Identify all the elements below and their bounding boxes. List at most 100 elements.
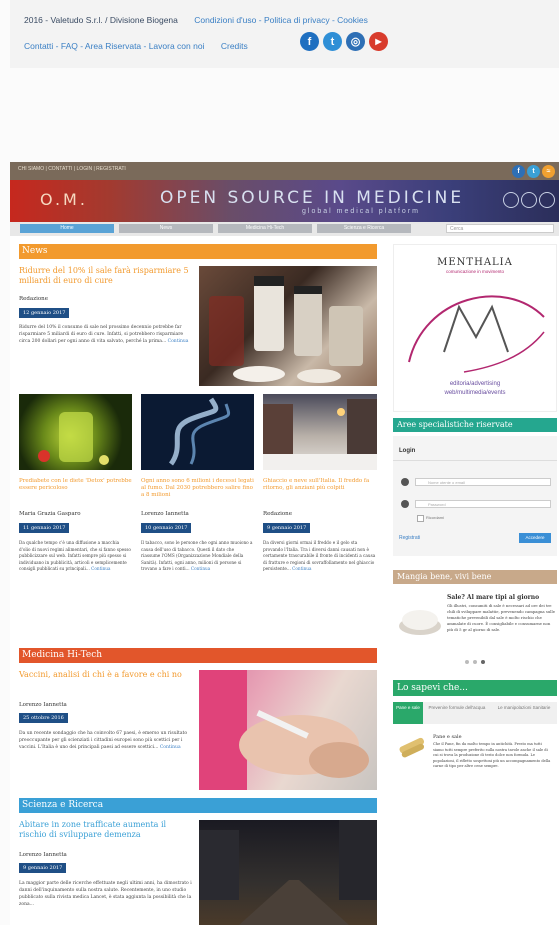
remember-checkbox[interactable] [417,515,424,522]
password-field[interactable]: Password [415,500,551,508]
food-item-title[interactable]: Sale? Al mare tipi al giorno [447,594,555,601]
ad-logo-illustration [408,295,545,373]
search-input[interactable]: Cerca [446,224,554,233]
snowy-street-illustration [263,399,377,470]
know-item-text: Che il Pane, fin da molto tempo in antic… [433,742,551,769]
read-more-link[interactable]: Continua [191,566,210,571]
nav-home[interactable]: Home [20,224,114,233]
card-1-author: Maria Grazia Gasparo [19,511,81,517]
twitter-icon[interactable]: t [527,165,540,178]
site-footer: 2016 - Valetudo S.r.l. / Divisione Bioge… [10,0,559,68]
ad-line-2: web/multimedia/events [444,390,506,396]
nav-scienza[interactable]: Scienza e Ricerca [317,224,411,233]
twitter-icon[interactable]: t [323,32,342,51]
hitech-date: 25 ottobre 2016 [19,713,68,723]
know-header[interactable]: Lo sapevi che... [393,680,557,696]
card-2-title[interactable]: Ogni anno sono 6 milioni i decessi legat… [141,478,254,499]
know-tab-3[interactable]: Le manipolazioni Sanitarie [491,702,557,724]
login-button[interactable]: Accedere [519,533,551,543]
carousel-dot[interactable] [473,660,477,664]
site-title: OPEN SOURCE IN MEDICINE [160,188,465,208]
user-icon [401,478,409,486]
smoke-image[interactable] [141,394,254,470]
read-more-link[interactable]: Continua [160,745,181,750]
food-item-text: Gli illustri, consumiti di sale è necess… [447,603,555,632]
username-field[interactable]: Nome utente o email [415,478,551,486]
copyright-text: 2016 - Valetudo S.r.l. / Divisione Bioge… [24,15,178,25]
main-nav: Home News Medicina Hi-Tech Scienza e Ric… [10,222,559,236]
lock-icon [401,500,409,508]
top-bar: CHI SIAMO | CONTATTI | LOGIN | REGISTRAT… [10,162,559,180]
facebook-icon[interactable]: f [512,165,525,178]
scienza-excerpt: La maggior parte delle ricerche effettua… [19,881,192,907]
card-3-author: Redazione [263,511,292,517]
ad-tagline: comunicazione in movimento [445,269,505,274]
login-title: Login [399,448,416,454]
card-1-title[interactable]: Prediabete con le diete 'Detox' potrebbe… [19,478,132,492]
card-2-author: Lorenzo Iannetta [141,511,189,517]
read-more-link[interactable]: Continua [91,566,110,571]
salt-jars-image[interactable] [199,266,377,386]
carousel-dot[interactable] [465,660,469,664]
section-hitech[interactable]: Medicina Hi-Tech [19,648,377,663]
vaccine-illustration [199,670,369,790]
read-more-link[interactable]: Continua [292,566,311,571]
facebook-icon[interactable]: f [300,32,319,51]
hitech-excerpt: Da un recente sondaggio che ha coinvolto… [19,731,188,750]
main-news-author: Redazione [19,296,48,302]
site-logo[interactable]: O.M. [40,190,88,209]
decorative-ring-icon [539,192,555,208]
nav-news[interactable]: News [119,224,213,233]
salt-jars-illustration [209,276,363,383]
scienza-date: 9 gennaio 2017 [19,863,67,873]
top-bar-links[interactable]: CHI SIAMO | CONTATTI | LOGIN | REGISTRAT… [18,166,126,172]
hitech-author: Lorenzo Iannetta [19,702,67,708]
read-more-link[interactable]: Continua [168,339,189,344]
card-1-excerpt: Da qualche tempo c'è una diffusione a ma… [19,540,131,571]
remember-label: Ricordami [426,515,445,520]
login-box: Login Nome utente o email Password Ricor… [393,436,557,556]
hitech-title[interactable]: Vaccini, analisi di chi è a favore e chi… [19,670,194,680]
register-link[interactable]: Registrati [399,535,420,541]
card-3-title[interactable]: Ghiaccio e neve sull'Italia. Il freddo f… [263,478,377,492]
know-tab-1[interactable]: Pane e sale [393,702,423,724]
nav-hitech[interactable]: Medicina Hi-Tech [218,224,312,233]
footer-social-icons: f t ◎ ▶ [300,32,388,51]
know-item-title[interactable]: Pane e sale [433,734,462,740]
decorative-ring-icon [521,192,537,208]
scienza-title[interactable]: Abitare in zone trafficate aumenta il ri… [19,820,194,841]
footer-links[interactable]: Contatti - FAQ - Area Riservata - Lavora… [24,41,204,51]
cookies-link[interactable]: Cookies [337,15,368,25]
terms-link[interactable]: Condizioni d'uso [194,15,256,25]
section-news[interactable]: News [19,244,377,259]
site-subtitle: global medical platform [302,208,420,215]
detox-drink-image[interactable] [19,394,132,470]
site-banner: O.M. OPEN SOURCE IN MEDICINE global medi… [10,180,559,222]
ad-brand: MENTHALIA [437,257,513,268]
main-news-title[interactable]: Ridurre del 10% il sale farà risparmiare… [19,266,191,287]
reserved-areas-header[interactable]: Aree specialistiche riservate [393,418,557,432]
snowy-street-image[interactable] [263,394,377,470]
salt-bowl-image[interactable] [397,600,443,636]
smoke-illustration [168,397,230,466]
privacy-link[interactable]: Politica di privacy [264,15,330,25]
detox-drink-illustration [38,412,109,465]
vaccine-image[interactable] [199,670,377,790]
rss-icon[interactable]: ≈ [542,165,555,178]
login-divider [393,460,557,461]
card-3-date: 9 gennaio 2017 [263,523,311,533]
card-1-date: 11 gennaio 2017 [19,523,70,533]
instagram-icon[interactable]: ◎ [346,32,365,51]
footer-row-2: Contatti - FAQ - Area Riservata - Lavora… [24,41,248,51]
menthalia-ad[interactable]: MENTHALIA comunicazione in movimento edi… [393,244,557,412]
know-tab-2[interactable]: Prevenire formule dell'acqua [425,702,489,724]
traffic-image[interactable] [199,820,377,925]
youtube-icon[interactable]: ▶ [369,32,388,51]
decorative-ring-icon [503,192,519,208]
carousel-dot-active[interactable] [481,660,485,664]
know-tabs: Pane e sale Prevenire formule dell'acqua… [393,702,557,724]
food-header[interactable]: Mangia bene, vivi bene [393,570,557,584]
know-content: Pane e sale Che il Pane, fin da molto te… [393,728,557,798]
section-scienza[interactable]: Scienza e Ricerca [19,798,377,813]
credits-link[interactable]: Credits [221,41,248,51]
